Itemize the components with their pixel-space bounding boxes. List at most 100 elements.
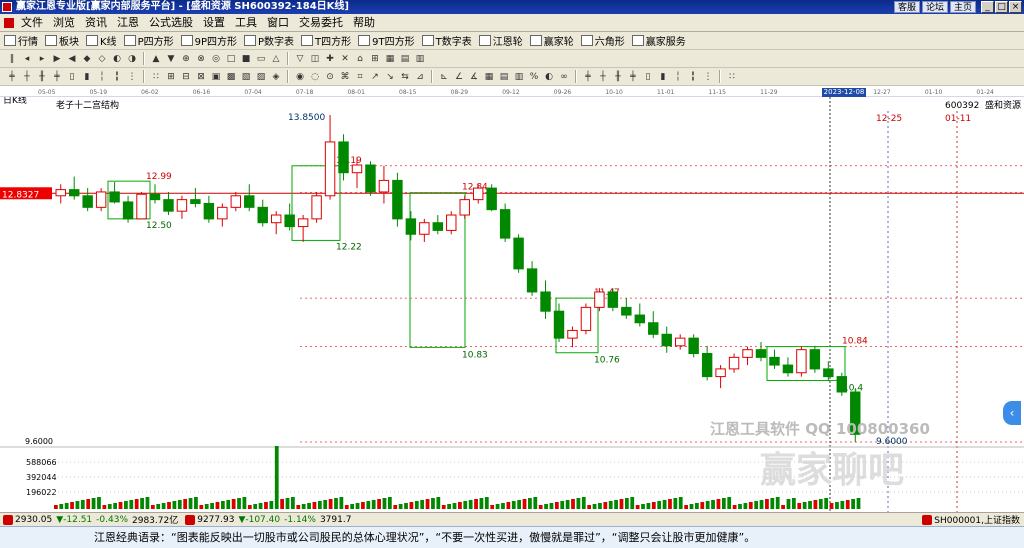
tool-tb2-24-icon[interactable]: ▦	[384, 53, 396, 65]
tool-tb3-13-icon[interactable]: ▣	[210, 71, 222, 83]
tool-tb3-6-icon[interactable]: ╎	[96, 71, 108, 83]
tool-tb2-25-icon[interactable]: ▤	[399, 53, 411, 65]
toolbar-kline[interactable]: K线	[86, 33, 117, 48]
menu-help[interactable]: 帮助	[348, 14, 380, 32]
tool-tb3-9-icon[interactable]: ∷	[150, 71, 162, 83]
tool-tb2-7-icon[interactable]: ◐	[111, 53, 123, 65]
menu-window[interactable]: 窗口	[262, 14, 294, 32]
tool-tb3-10-icon[interactable]: ⊞	[165, 71, 177, 83]
kline-chart[interactable]: 日K线 老子十二宫结构 600392 盛和资源 12-25 01-11 12.8327 13.…	[0, 97, 1024, 513]
tool-tb3-40-icon[interactable]: ▯	[642, 71, 654, 83]
tool-tb2-8-icon[interactable]: ◑	[126, 53, 138, 65]
tool-tb3-41-icon[interactable]: ▮	[657, 71, 669, 83]
tool-tb2-5-icon[interactable]: ◆	[81, 53, 93, 65]
toolbar-t-table[interactable]: T数字表	[421, 33, 472, 48]
toolbar-gann-wheel[interactable]: 江恩轮	[478, 33, 523, 48]
tool-tb3-20-icon[interactable]: ⊙	[324, 71, 336, 83]
tool-tb2-19-icon[interactable]: ◫	[309, 53, 321, 65]
tool-tb3-35-icon[interactable]: ∞	[558, 71, 570, 83]
tool-tb3-3-icon[interactable]: ╪	[51, 71, 63, 83]
tool-tb3-38-icon[interactable]: ╫	[612, 71, 624, 83]
tool-tb3-28-icon[interactable]: ∠	[453, 71, 465, 83]
tool-tb2-20-icon[interactable]: ✚	[324, 53, 336, 65]
tool-tb2-10-icon[interactable]: ▼	[165, 53, 177, 65]
tool-tb2-9-icon[interactable]: ▲	[150, 53, 162, 65]
toolbar-winner-wheel[interactable]: 赢家轮	[529, 33, 574, 48]
tool-tb2-26-icon[interactable]: ▥	[414, 53, 426, 65]
index1-value[interactable]: 2930.05	[15, 515, 52, 525]
tool-tb3-24-icon[interactable]: ↘	[384, 71, 396, 83]
tool-tb3-8-icon[interactable]: ⋮	[126, 71, 138, 83]
homepage-button[interactable]: 主页	[949, 1, 976, 13]
tool-tb2-12-icon[interactable]: ⊗	[195, 53, 207, 65]
toolbar-9t-square[interactable]: 9T四方形	[358, 33, 415, 48]
toolbar-9p-square[interactable]: 9P四方形	[180, 33, 237, 48]
close-icon[interactable]: ×	[1009, 1, 1022, 13]
tool-tb2-16-icon[interactable]: ▭	[255, 53, 267, 65]
tool-tb3-15-icon[interactable]: ▧	[240, 71, 252, 83]
tool-tb3-29-icon[interactable]: ∡	[468, 71, 480, 83]
menu-news[interactable]: 资讯	[80, 14, 112, 32]
status-right-code[interactable]: SH000001,上证指数	[934, 513, 1020, 526]
toolbar-t-square[interactable]: T四方形	[301, 33, 351, 48]
maximize-icon[interactable]: □	[995, 1, 1008, 13]
chart-canvas[interactable]: 日K线 老子十二宫结构 600392 盛和资源 12-25 01-11 12.8327 13.…	[0, 97, 1024, 513]
tool-tb2-13-icon[interactable]: ◎	[210, 53, 222, 65]
minimize-icon[interactable]: _	[981, 1, 994, 13]
tool-tb3-16-icon[interactable]: ▨	[255, 71, 267, 83]
tool-tb3-17-icon[interactable]: ◈	[270, 71, 282, 83]
tool-tb3-45-icon[interactable]: ∷	[726, 71, 738, 83]
tool-tb2-1-icon[interactable]: ◂	[21, 53, 33, 65]
tool-tb3-14-icon[interactable]: ▩	[225, 71, 237, 83]
tool-tb3-27-icon[interactable]: ⊾	[438, 71, 450, 83]
tool-tb3-32-icon[interactable]: ▥	[513, 71, 525, 83]
tool-tb2-3-icon[interactable]: ▶	[51, 53, 63, 65]
forum-button[interactable]: 论坛	[921, 1, 948, 13]
toolbar-sectors[interactable]: 板块	[45, 33, 79, 48]
toolbar-service[interactable]: 赢家服务	[631, 33, 686, 48]
tool-tb2-4-icon[interactable]: ◀	[66, 53, 78, 65]
tool-tb2-0-icon[interactable]: ‖	[6, 53, 18, 65]
tool-tb3-11-icon[interactable]: ⊟	[180, 71, 192, 83]
tool-tb3-39-icon[interactable]: ╪	[627, 71, 639, 83]
tool-tb2-21-icon[interactable]: ✕	[339, 53, 351, 65]
tool-tb3-5-icon[interactable]: ▮	[81, 71, 93, 83]
tool-tb2-14-icon[interactable]: □	[225, 53, 237, 65]
tool-tb2-23-icon[interactable]: ⊞	[369, 53, 381, 65]
menu-settings[interactable]: 设置	[198, 14, 230, 32]
menu-formula-screening[interactable]: 公式选股	[144, 14, 198, 32]
tool-tb3-26-icon[interactable]: ⊿	[414, 71, 426, 83]
tool-tb2-17-icon[interactable]: △	[270, 53, 282, 65]
tool-tb3-43-icon[interactable]: ╏	[687, 71, 699, 83]
tool-tb3-0-icon[interactable]: ╪	[6, 71, 18, 83]
tool-tb3-31-icon[interactable]: ▤	[498, 71, 510, 83]
index2-value[interactable]: 9277.93	[197, 515, 234, 525]
tool-tb3-22-icon[interactable]: ⌗	[354, 71, 366, 83]
side-expand-button[interactable]: ‹	[1003, 401, 1021, 425]
tool-tb3-42-icon[interactable]: ╎	[672, 71, 684, 83]
tool-tb3-33-icon[interactable]: %	[528, 71, 540, 83]
tool-tb3-36-icon[interactable]: ╪	[582, 71, 594, 83]
tool-tb3-7-icon[interactable]: ╏	[111, 71, 123, 83]
tool-tb2-18-icon[interactable]: ▽	[294, 53, 306, 65]
tool-tb3-18-icon[interactable]: ◉	[294, 71, 306, 83]
tool-tb2-2-icon[interactable]: ▸	[36, 53, 48, 65]
toolbar-hexagon[interactable]: 六角形	[580, 33, 625, 48]
toolbar-quotes[interactable]: 行情	[4, 33, 38, 48]
menu-file[interactable]: 文件	[16, 14, 48, 32]
tool-tb3-19-icon[interactable]: ◌	[309, 71, 321, 83]
tool-tb3-21-icon[interactable]: ⌘	[339, 71, 351, 83]
tool-tb2-11-icon[interactable]: ⊕	[180, 53, 192, 65]
menu-gann[interactable]: 江恩	[112, 14, 144, 32]
tool-tb3-44-icon[interactable]: ⋮	[702, 71, 714, 83]
tool-tb3-23-icon[interactable]: ↗	[369, 71, 381, 83]
service-button[interactable]: 客服	[893, 1, 920, 13]
tool-tb3-12-icon[interactable]: ⊠	[195, 71, 207, 83]
menu-trade[interactable]: 交易委托	[294, 14, 348, 32]
toolbar-p-table[interactable]: P数字表	[244, 33, 294, 48]
tool-tb3-2-icon[interactable]: ╫	[36, 71, 48, 83]
toolbar-p-square[interactable]: P四方形	[123, 33, 174, 48]
tool-tb3-30-icon[interactable]: ▦	[483, 71, 495, 83]
tool-tb3-25-icon[interactable]: ⇆	[399, 71, 411, 83]
menu-browse[interactable]: 浏览	[48, 14, 80, 32]
